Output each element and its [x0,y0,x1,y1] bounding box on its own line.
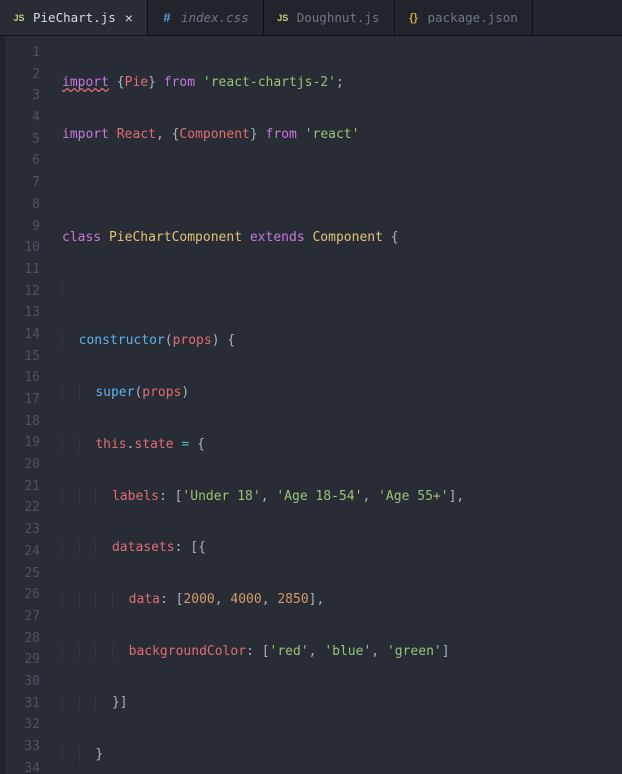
js-icon: JS [12,11,26,25]
tab-label: package.json [428,10,518,25]
line-number: 20 [6,454,62,476]
line-number: 27 [6,606,62,628]
tab-doughnut[interactable]: JS Doughnut.js [264,0,395,35]
line-number: 4 [6,107,62,129]
code-line: super(props) [62,382,622,404]
line-number: 24 [6,541,62,563]
code-line: constructor(props) { [62,330,622,352]
line-number: 14 [6,324,62,346]
line-number: 32 [6,714,62,736]
line-number: 18 [6,411,62,433]
line-number: 13 [6,302,62,324]
line-number: 22 [6,497,62,519]
line-number: 8 [6,194,62,216]
tab-label: PieChart.js [33,10,116,25]
code-area[interactable]: import {Pie} from 'react-chartjs-2'; imp… [62,36,622,774]
tab-bar: JS PieChart.js × # index.css JS Doughnut… [0,0,622,36]
line-number: 12 [6,281,62,303]
line-number: 1 [6,42,62,64]
line-number: 7 [6,172,62,194]
line-number: 17 [6,389,62,411]
line-number: 30 [6,671,62,693]
line-number: 6 [6,150,62,172]
code-line [62,175,622,197]
tab-packagejson[interactable]: {} package.json [395,0,533,35]
line-number: 33 [6,736,62,758]
css-icon: # [160,11,174,25]
code-line: class PieChartComponent extends Componen… [62,227,622,249]
json-icon: {} [407,11,421,25]
code-line: labels: ['Under 18', 'Age 18-54', 'Age 5… [62,486,622,508]
line-number: 3 [6,85,62,107]
code-line: import React, {Component} from 'react' [62,124,622,146]
line-number: 29 [6,649,62,671]
tab-indexcss[interactable]: # index.css [148,0,264,35]
line-number: 26 [6,584,62,606]
line-number-gutter: 1234567891011121314151617181920212223242… [6,36,62,774]
tab-piechart[interactable]: JS PieChart.js × [0,0,148,35]
tab-label: Doughnut.js [297,10,380,25]
line-number: 11 [6,259,62,281]
close-icon[interactable]: × [125,11,133,25]
line-number: 5 [6,129,62,151]
code-line: }] [62,692,622,714]
line-number: 15 [6,346,62,368]
code-line: backgroundColor: ['red', 'blue', 'green'… [62,641,622,663]
line-number: 25 [6,563,62,585]
code-line [62,279,622,301]
code-line: import {Pie} from 'react-chartjs-2'; [62,72,622,94]
tab-label: index.css [181,10,249,25]
line-number: 9 [6,216,62,238]
line-number: 16 [6,367,62,389]
line-number: 31 [6,693,62,715]
editor[interactable]: 1234567891011121314151617181920212223242… [0,36,622,774]
line-number: 34 [6,758,62,774]
line-number: 10 [6,237,62,259]
line-number: 28 [6,628,62,650]
line-number: 2 [6,64,62,86]
line-number: 21 [6,476,62,498]
code-line: this.state = { [62,434,622,456]
line-number: 23 [6,519,62,541]
code-line: datasets: [{ [62,537,622,559]
js-icon: JS [276,11,290,25]
code-line: data: [2000, 4000, 2850], [62,589,622,611]
line-number: 19 [6,432,62,454]
code-line: } [62,744,622,766]
